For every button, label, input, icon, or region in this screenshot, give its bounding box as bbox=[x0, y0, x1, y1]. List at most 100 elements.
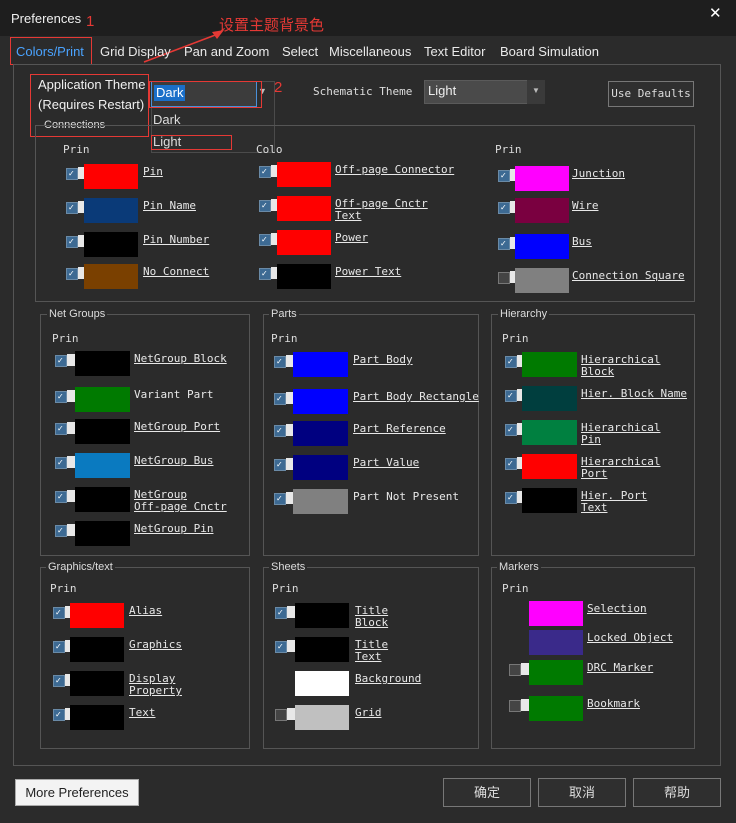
markers-color-swatch[interactable] bbox=[529, 630, 583, 655]
net_groups-color-swatch[interactable] bbox=[75, 487, 130, 512]
markers-color-swatch[interactable] bbox=[529, 660, 583, 685]
hierarchy-color-swatch[interactable] bbox=[522, 352, 577, 377]
conn_col2-print-checkbox[interactable]: ✓ bbox=[259, 200, 271, 212]
net_groups-print-checkbox[interactable]: ✓ bbox=[55, 457, 67, 469]
parts-color-swatch[interactable] bbox=[293, 421, 348, 446]
parts-item-label: Part Not Present bbox=[353, 490, 459, 503]
conn_col1-item-label: Pin Number bbox=[143, 233, 210, 246]
net_groups-item-label: NetGroup Pin bbox=[134, 522, 214, 535]
graphics-print-checkbox[interactable]: ✓ bbox=[53, 607, 65, 619]
markers-print-checkbox[interactable] bbox=[509, 700, 521, 712]
tab-select[interactable]: Select bbox=[282, 44, 318, 59]
conn_col2-color-swatch[interactable] bbox=[277, 230, 331, 255]
sheets-color-swatch[interactable] bbox=[295, 671, 349, 696]
markers-color-swatch[interactable] bbox=[529, 601, 583, 626]
parts-print-checkbox[interactable]: ✓ bbox=[274, 459, 286, 471]
conn_col2-print-checkbox[interactable]: ✓ bbox=[259, 234, 271, 246]
parts-print-checkbox[interactable]: ✓ bbox=[274, 356, 286, 368]
parts-print-checkbox[interactable]: ✓ bbox=[274, 493, 286, 505]
graphics-print-checkbox[interactable]: ✓ bbox=[53, 709, 65, 721]
graphics-color-swatch[interactable] bbox=[70, 637, 124, 662]
hierarchy-print-checkbox[interactable]: ✓ bbox=[505, 390, 517, 402]
net_groups-print-checkbox[interactable]: ✓ bbox=[55, 525, 67, 537]
hierarchy-color-swatch[interactable] bbox=[522, 454, 577, 479]
conn_col1-print-checkbox[interactable]: ✓ bbox=[66, 168, 78, 180]
net_groups-print-checkbox[interactable]: ✓ bbox=[55, 491, 67, 503]
conn_col1-print-checkbox[interactable]: ✓ bbox=[66, 268, 78, 280]
sheets-color-swatch[interactable] bbox=[295, 603, 349, 628]
parts-print-checkbox[interactable]: ✓ bbox=[274, 393, 286, 405]
tab-colors-print[interactable]: Colors/Print bbox=[16, 44, 84, 59]
parts-print-checkbox[interactable]: ✓ bbox=[274, 425, 286, 437]
hierarchy-color-swatch[interactable] bbox=[522, 488, 577, 513]
net_groups-color-swatch[interactable] bbox=[75, 387, 130, 412]
cancel-button[interactable]: 取消 bbox=[538, 778, 626, 807]
net_groups-color-swatch[interactable] bbox=[75, 453, 130, 478]
parts-item-label: Part Body bbox=[353, 353, 413, 366]
conn_col1-color-swatch[interactable] bbox=[84, 198, 138, 223]
parts-color-swatch[interactable] bbox=[293, 352, 348, 377]
hierarchy-print-checkbox[interactable]: ✓ bbox=[505, 356, 517, 368]
markers-print-checkbox[interactable] bbox=[509, 664, 521, 676]
conn_col3-color-swatch[interactable] bbox=[515, 166, 569, 191]
hierarchy-print-checkbox[interactable]: ✓ bbox=[505, 424, 517, 436]
graphics-print-checkbox[interactable]: ✓ bbox=[53, 675, 65, 687]
conn_col1-color-swatch[interactable] bbox=[84, 164, 138, 189]
hierarchy-print-checkbox[interactable]: ✓ bbox=[505, 492, 517, 504]
check-icon: ✓ bbox=[500, 171, 507, 180]
chevron-down-icon-2[interactable]: ▼ bbox=[532, 86, 540, 95]
graphics-color-swatch[interactable] bbox=[70, 603, 124, 628]
conn_col1-print-checkbox[interactable]: ✓ bbox=[66, 202, 78, 214]
hierarchy-item-label: Hier. Block Name bbox=[581, 387, 687, 400]
markers-color-swatch[interactable] bbox=[529, 696, 583, 721]
conn_col1-color-swatch[interactable] bbox=[84, 264, 138, 289]
conn_col2-color-swatch[interactable] bbox=[277, 264, 331, 289]
conn_col3-print-checkbox[interactable]: ✓ bbox=[498, 202, 510, 214]
more-preferences-button[interactable]: More Preferences bbox=[15, 779, 139, 806]
hierarchy-color-swatch[interactable] bbox=[522, 420, 577, 445]
help-button[interactable]: 帮助 bbox=[633, 778, 721, 807]
parts-color-swatch[interactable] bbox=[293, 489, 348, 514]
tab-board-simulation[interactable]: Board Simulation bbox=[500, 44, 599, 59]
conn_col2-print-checkbox[interactable]: ✓ bbox=[259, 166, 271, 178]
parts-color-swatch[interactable] bbox=[293, 389, 348, 414]
tab-pan-and-zoom[interactable]: Pan and Zoom bbox=[184, 44, 269, 59]
sheets-print-checkbox[interactable]: ✓ bbox=[275, 607, 287, 619]
close-icon[interactable]: ✕ bbox=[709, 4, 722, 22]
conn_col1-color-swatch[interactable] bbox=[84, 232, 138, 257]
use-defaults-button[interactable]: Use Defaults bbox=[608, 81, 694, 107]
sheets-color-swatch[interactable] bbox=[295, 705, 349, 730]
sheets-color-swatch[interactable] bbox=[295, 637, 349, 662]
net_groups-print-checkbox[interactable]: ✓ bbox=[55, 423, 67, 435]
hierarchy-color-swatch[interactable] bbox=[522, 386, 577, 411]
sheets-print-checkbox[interactable] bbox=[275, 709, 287, 721]
check-icon: ✓ bbox=[57, 458, 64, 467]
tab-grid-display[interactable]: Grid Display bbox=[100, 44, 171, 59]
net_groups-color-swatch[interactable] bbox=[75, 351, 130, 376]
net_groups-color-swatch[interactable] bbox=[75, 521, 130, 546]
check-icon: ✓ bbox=[55, 710, 62, 719]
tab-text-editor[interactable]: Text Editor bbox=[424, 44, 485, 59]
graphics-print-checkbox[interactable]: ✓ bbox=[53, 641, 65, 653]
graphics-color-swatch[interactable] bbox=[70, 671, 124, 696]
conn_col3-color-swatch[interactable] bbox=[515, 268, 569, 293]
net_groups-print-checkbox[interactable]: ✓ bbox=[55, 355, 67, 367]
hierarchy-print-checkbox[interactable]: ✓ bbox=[505, 458, 517, 470]
conn_col3-print-checkbox[interactable]: ✓ bbox=[498, 238, 510, 250]
graphics-color-swatch[interactable] bbox=[70, 705, 124, 730]
conn_col3-print-checkbox[interactable] bbox=[498, 272, 510, 284]
conn_col1-print-checkbox[interactable]: ✓ bbox=[66, 236, 78, 248]
sheets-print-checkbox[interactable]: ✓ bbox=[275, 641, 287, 653]
ok-button[interactable]: 确定 bbox=[443, 778, 531, 807]
parts-color-swatch[interactable] bbox=[293, 455, 348, 480]
markers-checkbox-label-stub bbox=[521, 699, 529, 711]
conn_col3-print-checkbox[interactable]: ✓ bbox=[498, 170, 510, 182]
conn_col2-print-checkbox[interactable]: ✓ bbox=[259, 268, 271, 280]
conn_col3-color-swatch[interactable] bbox=[515, 198, 569, 223]
net_groups-color-swatch[interactable] bbox=[75, 419, 130, 444]
conn_col3-color-swatch[interactable] bbox=[515, 234, 569, 259]
conn_col2-color-swatch[interactable] bbox=[277, 162, 331, 187]
conn_col2-color-swatch[interactable] bbox=[277, 196, 331, 221]
tab-miscellaneous[interactable]: Miscellaneous bbox=[329, 44, 411, 59]
net_groups-print-checkbox[interactable]: ✓ bbox=[55, 391, 67, 403]
